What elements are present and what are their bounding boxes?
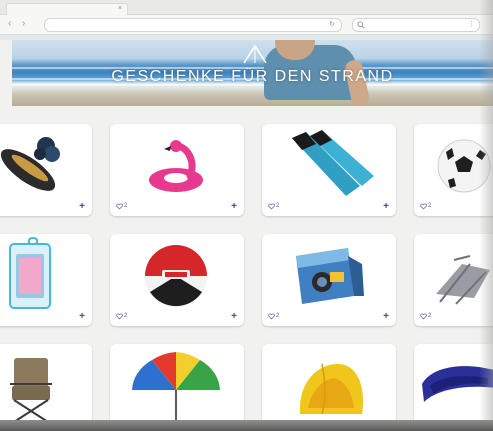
product-image-beach-ball	[145, 245, 207, 307]
navigation-bar: ‹ › ↻ ⋮	[0, 15, 493, 35]
like-count: 2	[124, 203, 128, 209]
like-count: 2	[428, 203, 432, 209]
add-button[interactable]: +	[231, 202, 237, 212]
product-image-beach-lounger	[436, 255, 490, 305]
heart-icon	[116, 313, 123, 319]
like-count: 2	[276, 203, 280, 209]
heart-icon	[420, 203, 427, 209]
hero-banner: GESCHENKE FÜR DEN STRAND	[12, 40, 493, 106]
product-image-beach-umbrella	[132, 352, 220, 424]
forward-button[interactable]: ›	[22, 18, 25, 30]
browser-tab[interactable]: ×	[6, 3, 128, 15]
add-button[interactable]: +	[79, 312, 85, 322]
search-icon	[357, 21, 365, 29]
tent-logo-icon	[243, 44, 267, 64]
product-image-disposable-camera	[296, 248, 364, 304]
like-counter[interactable]: 2	[420, 312, 431, 320]
tab-strip: ×	[0, 0, 493, 15]
product-card-diving-fins[interactable]: 2 +	[262, 124, 396, 216]
product-card-sandals-and-bag[interactable]: +	[0, 124, 92, 216]
product-card-flamingo-float[interactable]: 2 +	[110, 124, 244, 216]
tab-close-icon[interactable]: ×	[118, 5, 122, 12]
add-button[interactable]: +	[383, 312, 389, 322]
product-image-beach-tent	[299, 363, 363, 415]
browser-window: × ‹ › ↻ ⋮ GESCHENKE FÜR DEN STRAND + 2 +…	[0, 0, 493, 431]
product-image-diving-fins	[292, 130, 374, 196]
product-image-flamingo-float	[149, 140, 203, 192]
menu-icon[interactable]: ⋮	[468, 20, 475, 30]
product-card-soccer-ball[interactable]: 2	[414, 124, 493, 216]
like-count: 2	[124, 313, 128, 319]
product-image-sandals-and-bag	[0, 137, 60, 191]
back-button[interactable]: ‹	[8, 18, 11, 30]
address-input[interactable]	[45, 19, 321, 31]
heart-icon	[268, 313, 275, 319]
product-card-waterproof-phone-case[interactable]: +	[0, 234, 92, 326]
product-image-waterproof-phone-case	[9, 237, 51, 309]
product-card-disposable-camera[interactable]: 2 +	[262, 234, 396, 326]
product-card-inflatable-lounger[interactable]	[414, 344, 493, 431]
heart-icon	[268, 203, 275, 209]
like-counter[interactable]: 2	[116, 202, 127, 210]
hero-title: GESCHENKE FÜR DEN STRAND	[111, 68, 394, 85]
search-bar[interactable]: ⋮	[352, 18, 480, 32]
like-counter[interactable]: 2	[268, 202, 279, 210]
screen-bezel	[0, 420, 493, 431]
product-image-folding-chair	[10, 358, 52, 423]
heart-icon	[116, 203, 123, 209]
product-card-beach-umbrella[interactable]	[110, 344, 244, 431]
like-counter[interactable]: 2	[420, 202, 431, 210]
heart-icon	[420, 313, 427, 319]
address-bar[interactable]: ↻	[44, 18, 342, 32]
product-card-beach-tent[interactable]	[262, 344, 396, 431]
product-image-inflatable-lounger	[422, 366, 493, 402]
reload-icon[interactable]: ↻	[329, 20, 335, 30]
product-card-beach-lounger[interactable]: 2	[414, 234, 493, 326]
add-button[interactable]: +	[383, 202, 389, 212]
product-image-soccer-ball	[437, 139, 491, 193]
product-card-beach-ball[interactable]: 2 +	[110, 234, 244, 326]
search-input[interactable]	[367, 19, 463, 31]
like-counter[interactable]: 2	[116, 312, 127, 320]
add-button[interactable]: +	[79, 202, 85, 212]
like-counter[interactable]: 2	[268, 312, 279, 320]
product-card-folding-chair[interactable]	[0, 344, 92, 431]
add-button[interactable]: +	[231, 312, 237, 322]
like-count: 2	[428, 313, 432, 319]
like-count: 2	[276, 313, 280, 319]
